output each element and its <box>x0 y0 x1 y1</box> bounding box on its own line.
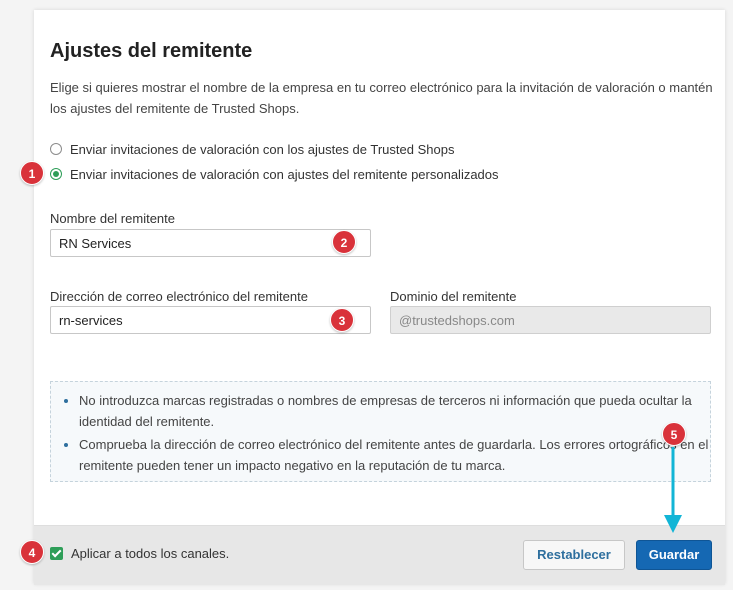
checkbox-checked-icon[interactable] <box>50 547 63 560</box>
step-marker-4: 4 <box>20 540 44 564</box>
page-title: Ajustes del remitente <box>50 40 253 62</box>
radio-option-trusted-shops[interactable]: Enviar invitaciones de valoración con lo… <box>50 140 454 158</box>
sender-name-input[interactable] <box>50 229 371 257</box>
radio-checked-icon[interactable] <box>50 168 62 180</box>
sender-domain-label: Dominio del remitente <box>390 289 517 304</box>
radio-unchecked-icon[interactable] <box>50 143 62 155</box>
step-marker-1: 1 <box>20 161 44 185</box>
notice-box: No introduzca marcas registradas o nombr… <box>50 381 711 482</box>
sender-settings-card: Ajustes del remitente Elige si quieres m… <box>34 10 725 585</box>
step-marker-3: 3 <box>330 308 354 332</box>
radio-option-label: Enviar invitaciones de valoración con lo… <box>70 141 455 157</box>
notice-item: No introduzca marcas registradas o nombr… <box>79 390 710 432</box>
apply-all-label: Aplicar a todos los canales. <box>71 546 230 561</box>
sender-email-label: Dirección de correo electrónico del remi… <box>50 289 308 304</box>
sender-email-input[interactable] <box>50 306 371 334</box>
sender-domain-input <box>390 306 711 334</box>
reset-button[interactable]: Restablecer <box>523 540 625 570</box>
step-marker-2: 2 <box>332 230 356 254</box>
notice-item: Comprueba la dirección de correo electró… <box>79 434 710 476</box>
settings-description: Elige si quieres mostrar el nombre de la… <box>50 80 713 116</box>
footer-bar: Aplicar a todos los canales. Restablecer… <box>34 525 725 585</box>
save-button[interactable]: Guardar <box>636 540 712 570</box>
apply-all-channels-checkbox[interactable]: Aplicar a todos los canales. <box>50 546 229 561</box>
step-marker-5: 5 <box>662 422 686 446</box>
sender-name-label: Nombre del remitente <box>50 211 175 226</box>
radio-option-label: Enviar invitaciones de valoración con aj… <box>70 166 499 182</box>
arrow-down-icon <box>664 447 682 533</box>
radio-option-custom[interactable]: Enviar invitaciones de valoración con aj… <box>50 165 499 183</box>
